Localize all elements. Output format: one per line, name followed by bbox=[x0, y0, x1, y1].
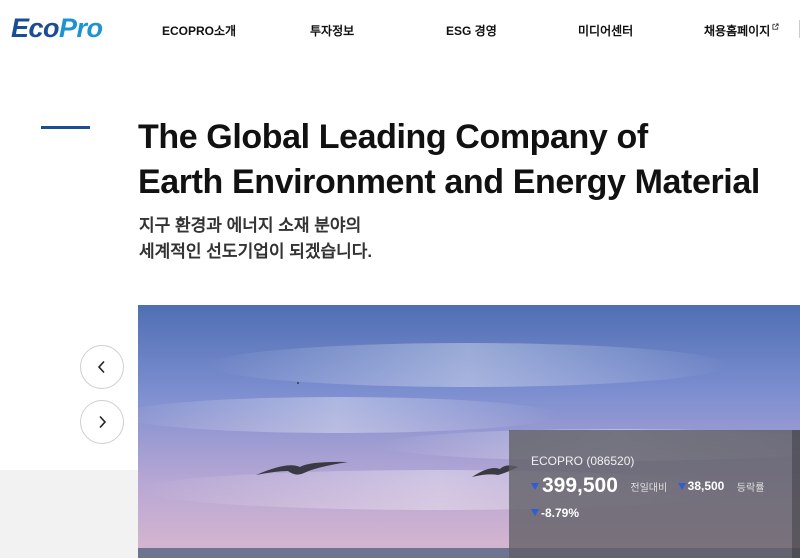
background-panel bbox=[0, 470, 138, 558]
stock-price: 399,500 bbox=[542, 474, 618, 497]
stock-price-row: 399,500 전일대비 38,500 등락률 bbox=[531, 474, 764, 498]
nav-item-media[interactable]: 미디어센터 bbox=[578, 22, 633, 39]
nav-item-investor[interactable]: 투자정보 bbox=[310, 22, 354, 39]
hero-title: The Global Leading Company of Earth Envi… bbox=[138, 118, 760, 201]
stock-percent: -8.79% bbox=[541, 505, 580, 520]
stock-name: ECOPRO (086520) bbox=[531, 454, 635, 468]
down-arrow-icon bbox=[531, 482, 539, 490]
site-header: EcoPro ECOPRO소개 투자정보 ESG 경영 미디어센터 채용홈페이지 bbox=[0, 0, 800, 60]
slider-next-button[interactable] bbox=[80, 400, 124, 444]
chevron-left-icon bbox=[97, 360, 105, 374]
nav-item-careers[interactable]: 채용홈페이지 bbox=[704, 22, 779, 39]
slider-prev-button[interactable] bbox=[80, 345, 124, 389]
stock-ticker-panel: ECOPRO (086520) 399,500 전일대비 38,500 등락률 … bbox=[509, 430, 792, 558]
logo-eco: Eco bbox=[11, 13, 60, 43]
change-rate-label: 등락률 bbox=[736, 482, 765, 494]
nav-item-esg[interactable]: ESG 경영 bbox=[446, 22, 497, 39]
hero-accent-line bbox=[41, 126, 90, 129]
change-label: 전일대비 bbox=[630, 482, 668, 494]
chevron-right-icon bbox=[99, 415, 107, 429]
stock-panel-edge bbox=[792, 430, 800, 558]
down-arrow-icon bbox=[531, 509, 539, 517]
stock-percent-row: -8.79% bbox=[531, 504, 579, 522]
stock-change: 38,500 bbox=[687, 479, 725, 493]
down-arrow-icon bbox=[677, 482, 686, 490]
hero-subtitle: 지구 환경과 에너지 소재 분야의 세계적인 선도기업이 되겠습니다. bbox=[139, 216, 373, 261]
ecopro-logo[interactable]: EcoPro bbox=[11, 13, 103, 44]
logo-pro: Pro bbox=[59, 13, 103, 43]
nav-item-about[interactable]: ECOPRO소개 bbox=[162, 22, 236, 39]
external-link-icon bbox=[772, 23, 779, 30]
